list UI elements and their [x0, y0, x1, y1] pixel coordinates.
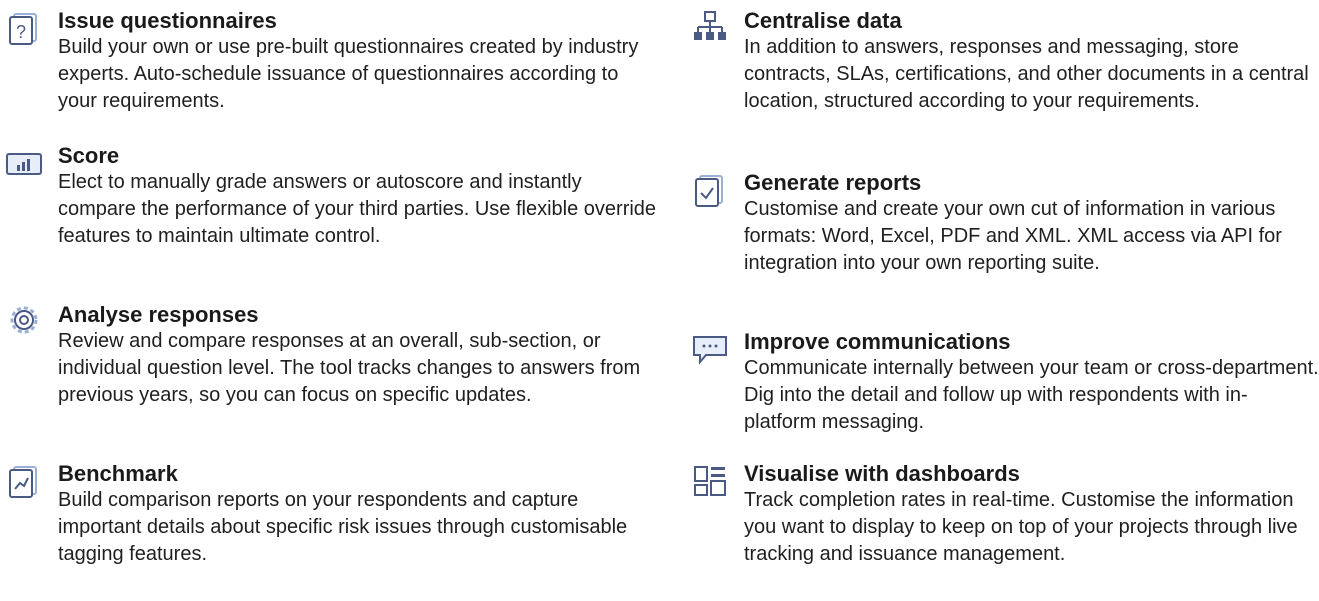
feature-description: In addition to answers, responses and me… — [744, 36, 1309, 112]
feature-title: Benchmark — [58, 461, 178, 486]
feature-title: Issue questionnaires — [58, 8, 277, 33]
feature-title: Analyse responses — [58, 302, 259, 327]
feature-description: Customise and create your own cut of inf… — [744, 198, 1282, 274]
feature-title: Improve communications — [744, 329, 1011, 354]
feature-description: Build your own or use pre-built question… — [58, 36, 639, 112]
feature-description: Track completion rates in real-time. Cus… — [744, 489, 1298, 565]
svg-text:?: ? — [16, 22, 26, 42]
gear-icon — [6, 304, 42, 340]
questionnaire-icon: ? — [6, 10, 42, 46]
feature-title: Visualise with dashboards — [744, 461, 1020, 486]
hierarchy-icon — [692, 10, 728, 46]
bar-chart-icon — [6, 145, 42, 181]
feature-description: Review and compare responses at an overa… — [58, 330, 641, 406]
feature-title: Centralise data — [744, 8, 902, 33]
feature-title: Generate reports — [744, 170, 922, 195]
dashboard-icon — [692, 463, 728, 499]
feature-description: Communicate internally between your team… — [744, 357, 1319, 433]
feature-description: Build comparison reports on your respond… — [58, 489, 628, 565]
feature-title: Score — [58, 143, 120, 168]
report-check-icon — [692, 172, 728, 208]
feature-description: Elect to manually grade answers or autos… — [58, 171, 657, 247]
chat-bubble-icon — [692, 331, 728, 367]
trend-document-icon — [6, 463, 42, 499]
